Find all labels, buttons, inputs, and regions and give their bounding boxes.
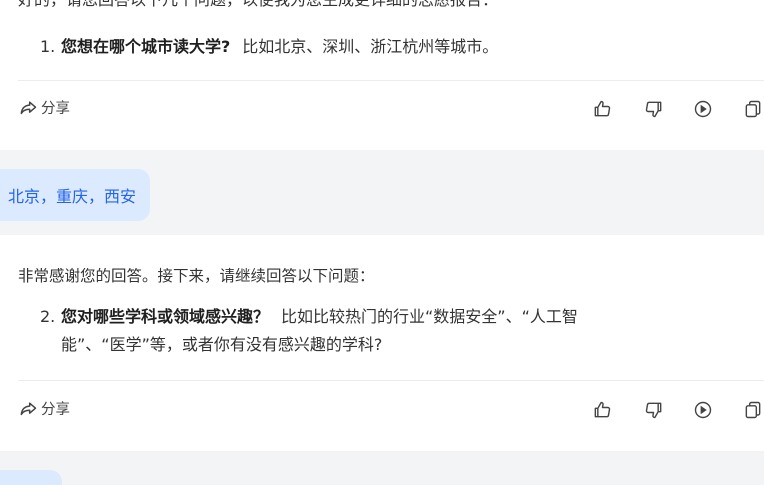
question-item-2: 2. 您对哪些学科或领域感兴趣？ 比如比较热门的行业“数据安全”、“人工智 能”、“… (40, 303, 764, 359)
question-text: 比如北京、深圳、浙江杭州等城市。 (242, 37, 499, 56)
question-number: 2. (40, 307, 56, 326)
question-title: 您对哪些学科或领域感兴趣？ (61, 307, 270, 326)
message-action-bar: 分享 (18, 97, 764, 121)
play-icon[interactable] (692, 98, 714, 120)
thumbs-down-icon[interactable] (643, 98, 665, 120)
play-icon[interactable] (692, 399, 714, 421)
copy-icon[interactable] (742, 399, 764, 421)
question-title: 您想在哪个城市读大学? (61, 37, 231, 56)
share-icon (20, 100, 37, 114)
message-intro: 好的，请您回答以下几个问题，以便我为您生成更详细的志愿报告： (18, 0, 498, 12)
share-button[interactable]: 分享 (18, 97, 70, 118)
copy-icon[interactable] (742, 98, 764, 120)
user-message-text: 北京，重庆，西安 (8, 187, 137, 206)
thumbs-up-icon[interactable] (591, 98, 613, 120)
user-message-1: 北京，重庆，西安 (0, 169, 151, 221)
question-text-line-2: 能”、“医学”等，或者你有没有感兴趣的学科? (61, 335, 383, 354)
message-action-bar: 分享 (18, 398, 764, 422)
message-intro: 非常感谢您的回答。接下来，请继续回答以下问题： (18, 267, 375, 285)
share-label: 分享 (41, 101, 70, 117)
divider (18, 80, 764, 81)
question-text-line-1: 比如比较热门的行业“数据安全”、“人工智 (281, 307, 578, 326)
share-label: 分享 (41, 402, 70, 418)
question-number: 1. (40, 37, 56, 56)
thumbs-up-icon[interactable] (591, 399, 613, 421)
divider (18, 380, 764, 381)
user-message-2 (0, 470, 62, 485)
share-icon (20, 401, 37, 415)
assistant-message-1: 好的，请您回答以下几个问题，以便我为您生成更详细的志愿报告： 1. 您想在哪个城市… (0, 0, 764, 150)
question-item-1: 1. 您想在哪个城市读大学? 比如北京、深圳、浙江杭州等城市。 (40, 33, 498, 61)
thumbs-down-icon[interactable] (643, 399, 665, 421)
share-button[interactable]: 分享 (18, 398, 70, 419)
